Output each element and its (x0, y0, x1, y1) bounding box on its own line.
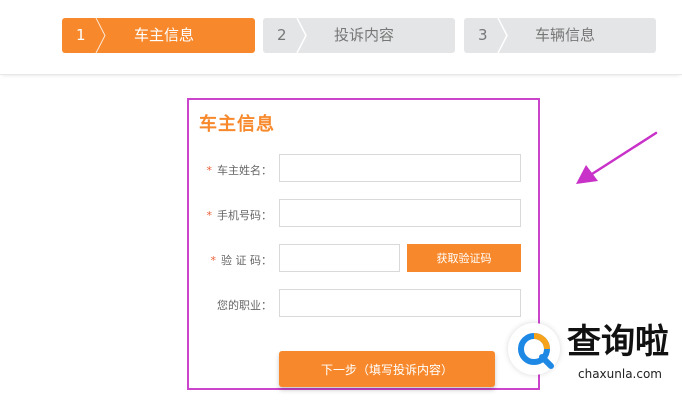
step-3[interactable]: 3 车辆信息 (464, 18, 656, 53)
step-number: 2 (277, 26, 287, 44)
phone-label: * 手机号码： (206, 209, 273, 222)
search-icon (513, 328, 555, 370)
steps-bar: 1 车主信息 2 投诉内容 3 车辆信息 (0, 0, 682, 75)
verification-code-input[interactable] (279, 244, 400, 272)
step-label: 投诉内容 (334, 26, 395, 44)
owner-name-input[interactable] (279, 154, 521, 182)
chevron-right-icon (497, 18, 508, 53)
step-number: 1 (76, 26, 86, 44)
step-number: 3 (478, 26, 488, 44)
watermark: 查询啦 chaxunla.com (505, 318, 682, 407)
step-2[interactable]: 2 投诉内容 (263, 18, 455, 53)
chevron-right-icon (296, 18, 307, 53)
step-label: 车主信息 (134, 26, 195, 44)
watermark-domain: chaxunla.com (578, 367, 662, 381)
pointer-arrow-icon (576, 131, 658, 184)
chevron-right-icon (95, 18, 106, 53)
watermark-logo (508, 323, 560, 375)
occupation-label: 您的职业： (217, 299, 272, 312)
form-title: 车主信息 (199, 114, 275, 135)
required-marker: * (210, 254, 217, 267)
owner-name-label: * 车主姓名： (206, 164, 273, 177)
step-label: 车辆信息 (535, 26, 596, 44)
header-divider (0, 74, 682, 75)
occupation-input[interactable] (279, 289, 521, 317)
owner-info-form: 车主信息 * 车主姓名： * 手机号码： * 验 证 码： 获取验证码 您的职业： 下… (187, 98, 540, 390)
phone-input[interactable] (279, 199, 521, 227)
get-code-button[interactable]: 获取验证码 (407, 244, 521, 272)
required-marker: * (206, 164, 213, 177)
watermark-brand: 查询啦 (567, 322, 669, 362)
next-step-button[interactable]: 下一步（填写投诉内容） (279, 351, 495, 387)
step-1[interactable]: 1 车主信息 (62, 18, 255, 53)
required-marker: * (206, 209, 213, 222)
verification-code-label: * 验 证 码： (210, 254, 273, 267)
